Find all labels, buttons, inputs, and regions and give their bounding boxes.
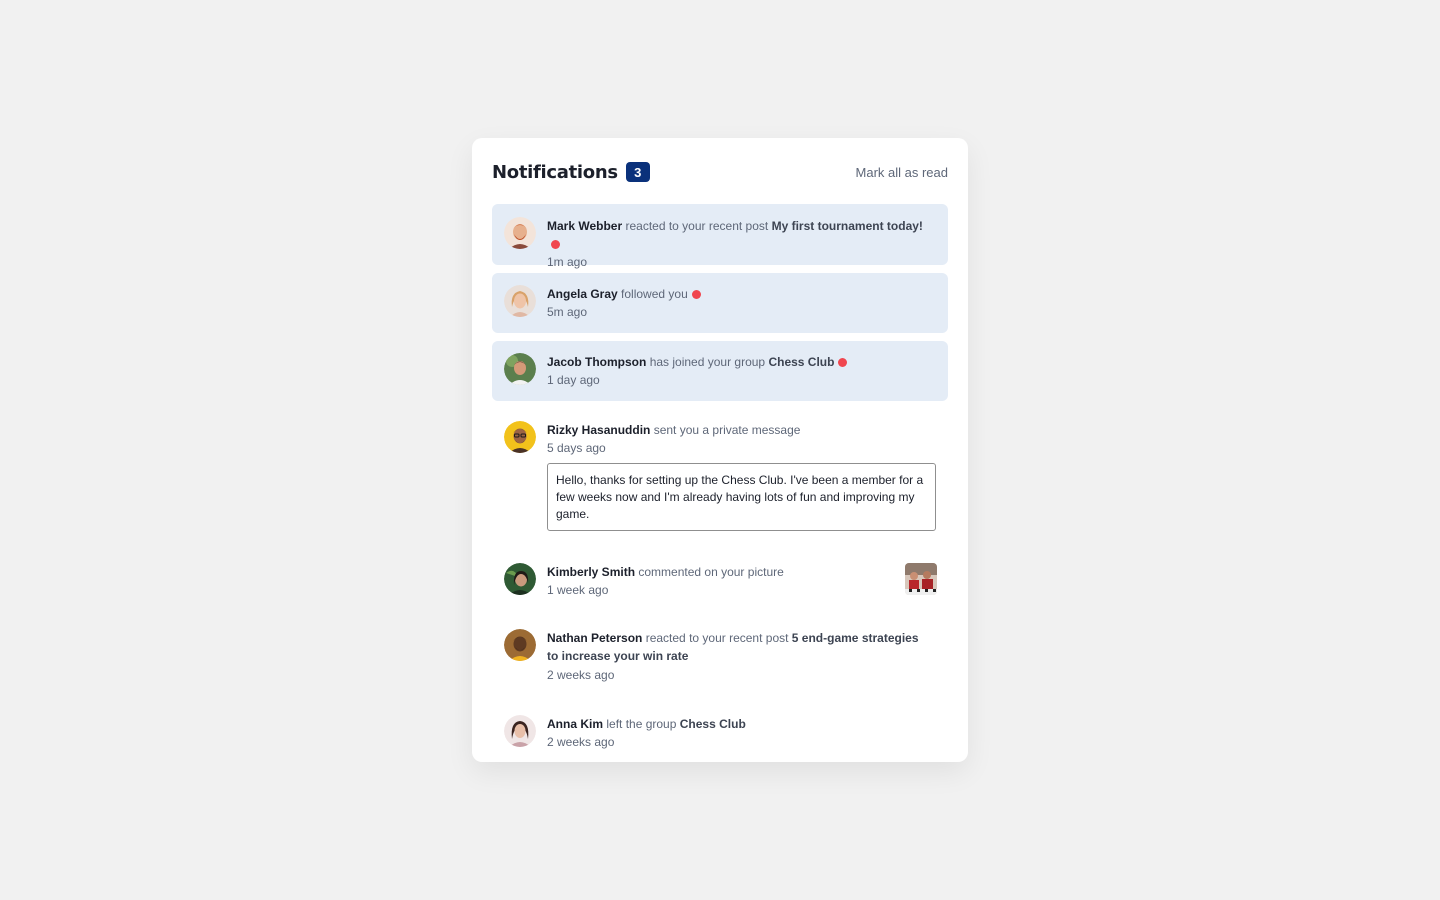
page-title: Notifications	[492, 161, 618, 183]
notification-item[interactable]: Nathan Peterson reacted to your recent p…	[492, 617, 948, 697]
action-text: left the group	[606, 717, 677, 731]
timestamp: 2 weeks ago	[547, 735, 615, 749]
commented-picture-thumbnail[interactable]	[905, 563, 937, 595]
user-name[interactable]: Nathan Peterson	[547, 631, 642, 645]
notification-item[interactable]: Rizky Hasanuddin sent you a private mess…	[492, 409, 948, 539]
user-name[interactable]: Anna Kim	[547, 717, 603, 731]
user-name[interactable]: Jacob Thompson	[547, 355, 646, 369]
notification-body: Mark Webber reacted to your recent post …	[547, 217, 932, 271]
notification-body: Jacob Thompson has joined your group Che…	[547, 353, 932, 389]
avatar[interactable]	[504, 629, 536, 661]
mark-all-as-read-button[interactable]: Mark all as read	[856, 165, 948, 180]
user-name[interactable]: Rizky Hasanuddin	[547, 423, 650, 437]
private-message-preview[interactable]: Hello, thanks for setting up the Chess C…	[547, 463, 936, 531]
timestamp: 1m ago	[547, 255, 588, 269]
notification-item[interactable]: Anna Kim left the group Chess Club 2 wee…	[492, 703, 948, 762]
notification-body: Anna Kim left the group Chess Club 2 wee…	[547, 715, 932, 751]
title-group: Notifications 3	[492, 162, 650, 183]
avatar[interactable]	[504, 285, 536, 317]
action-text: sent you a private message	[653, 423, 801, 437]
post-link[interactable]: My first tournament today!	[772, 219, 923, 233]
group-link[interactable]: Chess Club	[768, 355, 834, 369]
user-name[interactable]: Angela Gray	[547, 287, 618, 301]
notification-text: Rizky Hasanuddin sent you a private mess…	[547, 421, 932, 439]
notifications-header: Notifications 3 Mark all as read	[492, 160, 948, 184]
notification-item[interactable]: Kimberly Smith commented on your picture…	[492, 551, 948, 611]
notification-text: Angela Gray followed you	[547, 285, 932, 303]
unread-dot-icon	[551, 240, 560, 249]
avatar[interactable]	[504, 715, 536, 747]
avatar[interactable]	[504, 563, 536, 595]
notification-item[interactable]: Angela Gray followed you 5m ago	[492, 273, 948, 333]
notification-body: Rizky Hasanuddin sent you a private mess…	[547, 421, 932, 457]
action-text: followed you	[621, 287, 688, 301]
timestamp: 5m ago	[547, 305, 588, 319]
notification-item[interactable]: Jacob Thompson has joined your group Che…	[492, 341, 948, 401]
avatar[interactable]	[504, 217, 536, 249]
avatar[interactable]	[504, 421, 536, 453]
notification-text: Mark Webber reacted to your recent post …	[547, 217, 932, 253]
notification-text: Jacob Thompson has joined your group Che…	[547, 353, 932, 371]
unread-dot-icon	[838, 358, 848, 367]
notification-text: Anna Kim left the group Chess Club	[547, 715, 932, 733]
timestamp: 1 week ago	[547, 583, 609, 597]
notifications-card: Notifications 3 Mark all as read Mark We…	[472, 138, 968, 762]
notification-item[interactable]: Mark Webber reacted to your recent post …	[492, 204, 948, 269]
avatar[interactable]	[504, 353, 536, 385]
notification-body: Nathan Peterson reacted to your recent p…	[547, 629, 932, 684]
unread-count-badge: 3	[625, 162, 650, 182]
action-text: reacted to your recent post	[645, 631, 789, 645]
group-link[interactable]: Chess Club	[680, 717, 746, 731]
timestamp: 5 days ago	[547, 441, 606, 455]
notification-text: Nathan Peterson reacted to your recent p…	[547, 629, 932, 665]
notification-body: Angela Gray followed you 5m ago	[547, 285, 932, 321]
action-text: reacted to your recent post	[625, 219, 769, 233]
timestamp: 2 weeks ago	[547, 668, 615, 682]
action-text: has joined your group	[649, 355, 766, 369]
user-name[interactable]: Mark Webber	[547, 219, 622, 233]
user-name[interactable]: Kimberly Smith	[547, 565, 635, 579]
timestamp: 1 day ago	[547, 373, 600, 387]
unread-dot-icon	[691, 290, 701, 299]
action-text: commented on your picture	[638, 565, 784, 579]
notification-text: Kimberly Smith commented on your picture	[547, 563, 888, 581]
notification-body: Kimberly Smith commented on your picture…	[547, 563, 888, 599]
